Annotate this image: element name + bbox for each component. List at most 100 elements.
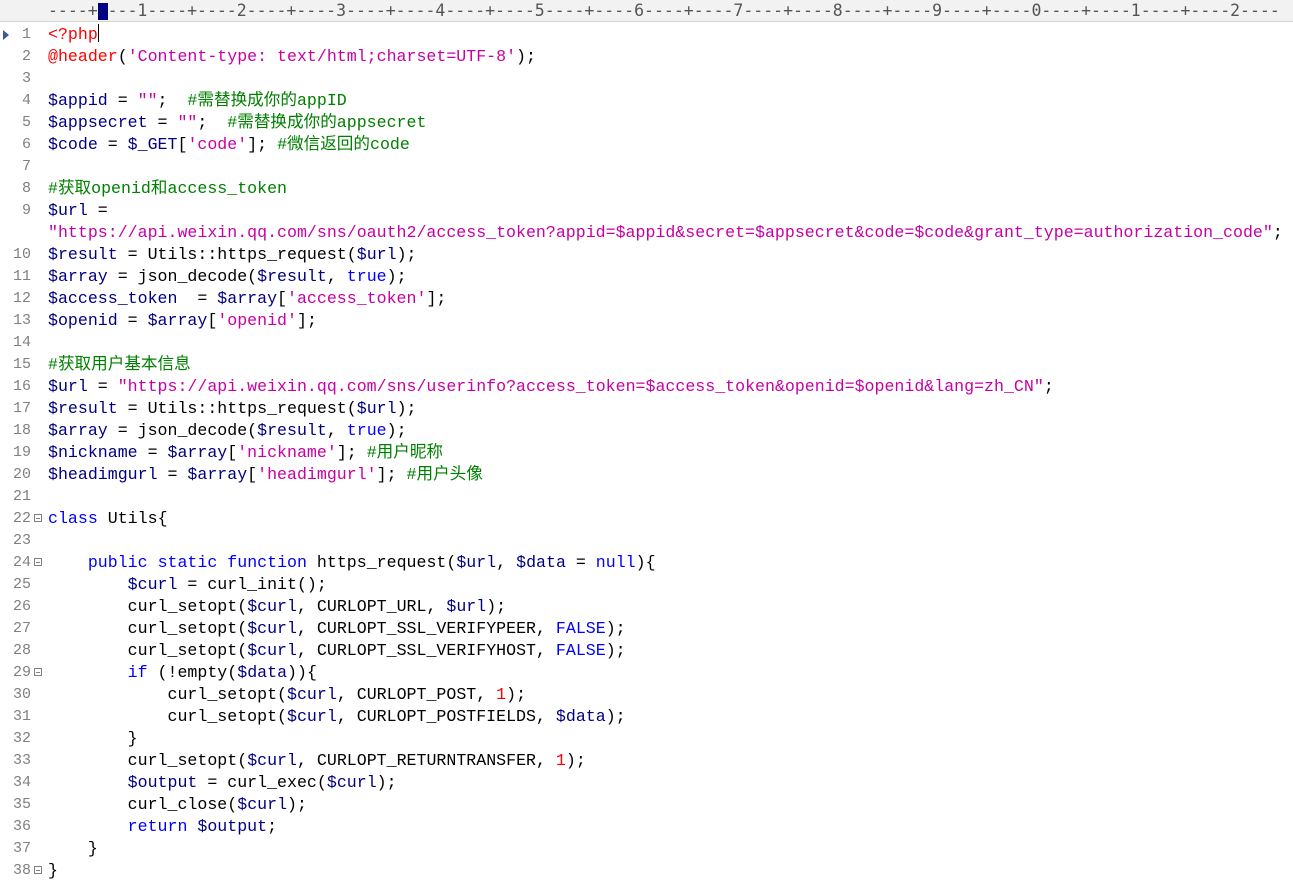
- code-token: curl_exec: [227, 773, 317, 792]
- code-line[interactable]: 16 $url = "https://api.weixin.qq.com/sns/…: [0, 376, 1293, 398]
- code-token: CURLOPT_POST: [356, 685, 477, 704]
- code-token: Utils: [107, 509, 158, 528]
- code-token: $curl: [247, 597, 297, 616]
- code-line[interactable]: 32 }: [0, 728, 1293, 750]
- fold-toggle-minus-icon[interactable]: [34, 558, 42, 566]
- text-cursor: [97, 24, 99, 42]
- code-token: <?php: [48, 25, 98, 44]
- code-token: (: [227, 795, 238, 814]
- code-token: #获取用户基本信息: [48, 355, 191, 374]
- code-line[interactable]: 4 $appid = ""; #需替换成你的appID: [0, 90, 1293, 112]
- code-text: $access_token = $array['access_token'];: [48, 288, 446, 310]
- code-token: #需替换成你的appsecret: [227, 113, 427, 132]
- code-token: $curl: [287, 707, 337, 726]
- code-editor[interactable]: 1 <?php 2 @header('Content-type: text/html;…: [0, 24, 1293, 888]
- code-token: if: [127, 663, 148, 682]
- code-line[interactable]: 23: [0, 530, 1293, 552]
- line-number: 25: [12, 576, 31, 593]
- fold-toggle-minus-icon[interactable]: [34, 866, 42, 874]
- code-token: function: [227, 553, 307, 572]
- code-token: true: [346, 421, 387, 440]
- code-token: CURLOPT_SSL_VERIFYPEER: [316, 619, 536, 638]
- code-line[interactable]: 20 $headimgurl = $array['headimgurl']; #用…: [0, 464, 1293, 486]
- ruler-gutter: [0, 0, 44, 21]
- code-line[interactable]: 33 curl_setopt($curl, CURLOPT_RETURNTRAN…: [0, 750, 1293, 772]
- code-token: =: [107, 421, 138, 440]
- code-line[interactable]: 26 curl_setopt($curl, CURLOPT_URL, $url)…: [0, 596, 1293, 618]
- code-line[interactable]: 13 $openid = $array['openid'];: [0, 310, 1293, 332]
- code-text: $headimgurl = $array['headimgurl']; #用户头…: [48, 464, 483, 486]
- code-line[interactable]: 6 $code = $_GET['code']; #微信返回的code: [0, 134, 1293, 156]
- code-token: ];: [376, 465, 407, 484]
- code-token: $curl: [247, 751, 297, 770]
- code-line[interactable]: 25 $curl = curl_init();: [0, 574, 1293, 596]
- code-token: ,: [535, 707, 556, 726]
- code-line[interactable]: 12 $access_token = $array['access_token']…: [0, 288, 1293, 310]
- code-token: [: [247, 465, 258, 484]
- code-token: https_request: [316, 553, 447, 572]
- code-line[interactable]: 17 $result = Utils::https_request($url);: [0, 398, 1293, 420]
- code-token: ];: [336, 443, 367, 462]
- code-token: )){: [287, 663, 317, 682]
- code-token: );: [376, 773, 397, 792]
- code-line[interactable]: 27 curl_setopt($curl, CURLOPT_SSL_VERIFY…: [0, 618, 1293, 640]
- fold-toggle-minus-icon[interactable]: [34, 514, 42, 522]
- code-line[interactable]: 11 $array = json_decode($result, true);: [0, 266, 1293, 288]
- code-line[interactable]: 3: [0, 68, 1293, 90]
- code-token: =: [107, 267, 138, 286]
- code-token: $data: [555, 707, 606, 726]
- code-line[interactable]: 7: [0, 156, 1293, 178]
- code-line[interactable]: 15 #获取用户基本信息: [0, 354, 1293, 376]
- code-token: =: [177, 575, 208, 594]
- code-line[interactable]: 35 curl_close($curl);: [0, 794, 1293, 816]
- code-token: (: [346, 245, 357, 264]
- code-token: (: [237, 751, 248, 770]
- code-token: );: [605, 641, 626, 660]
- code-token: $result: [257, 267, 327, 286]
- code-text: curl_setopt($curl, CURLOPT_URL, $url);: [48, 596, 506, 618]
- code-text: $result = Utils::https_request($url);: [48, 244, 417, 266]
- code-token: $array: [147, 311, 208, 330]
- code-line[interactable]: 22 class Utils{: [0, 508, 1293, 530]
- code-line[interactable]: 5 $appsecret = ""; #需替换成你的appsecret: [0, 112, 1293, 134]
- code-token: [: [177, 135, 188, 154]
- code-line[interactable]: 10 $result = Utils::https_request($url);: [0, 244, 1293, 266]
- line-number: 17: [12, 400, 31, 417]
- code-line[interactable]: 37 }: [0, 838, 1293, 860]
- code-line[interactable]: 34 $output = curl_exec($curl);: [0, 772, 1293, 794]
- code-line[interactable]: 38}: [0, 860, 1293, 882]
- code-line[interactable]: 28 curl_setopt($curl, CURLOPT_SSL_VERIFY…: [0, 640, 1293, 662]
- code-token: CURLOPT_SSL_VERIFYHOST: [316, 641, 536, 660]
- code-text: }: [48, 728, 138, 750]
- code-text: curl_close($curl);: [48, 794, 307, 816]
- code-line[interactable]: 1 <?php: [0, 24, 1293, 46]
- code-line[interactable]: 31 curl_setopt($curl, CURLOPT_POSTFIELDS…: [0, 706, 1293, 728]
- code-token: =: [565, 553, 596, 572]
- code-line[interactable]: 2 @header('Content-type: text/html;charse…: [0, 46, 1293, 68]
- fold-toggle-minus-icon[interactable]: [34, 668, 42, 676]
- code-line[interactable]: 21: [0, 486, 1293, 508]
- code-line[interactable]: 9 $url =: [0, 200, 1293, 222]
- code-line[interactable]: 30 curl_setopt($curl, CURLOPT_POST, 1);: [0, 684, 1293, 706]
- line-number: 10: [12, 246, 31, 263]
- code-text: $appid = ""; #需替换成你的appID: [48, 90, 347, 112]
- code-line[interactable]: 8 #获取openid和access_token: [0, 178, 1293, 200]
- code-line[interactable]: 18 $array = json_decode($result, true);: [0, 420, 1293, 442]
- code-line[interactable]: 36 return $output;: [0, 816, 1293, 838]
- code-token: );: [516, 47, 536, 66]
- code-token: ];: [247, 135, 278, 154]
- code-token: FALSE: [555, 641, 606, 660]
- code-token: $url: [456, 553, 497, 572]
- code-token: );: [565, 751, 586, 770]
- code-line[interactable]: 29 if (!empty($data)){: [0, 662, 1293, 684]
- code-line[interactable]: 24 public static function https_request(…: [0, 552, 1293, 574]
- code-line[interactable]: "https://api.weixin.qq.com/sns/oauth2/ac…: [0, 222, 1293, 244]
- line-number: 21: [12, 488, 31, 505]
- code-line[interactable]: 14: [0, 332, 1293, 354]
- code-line[interactable]: 19 $nickname = $array['nickname']; #用户昵称: [0, 442, 1293, 464]
- code-token: $url: [48, 201, 88, 220]
